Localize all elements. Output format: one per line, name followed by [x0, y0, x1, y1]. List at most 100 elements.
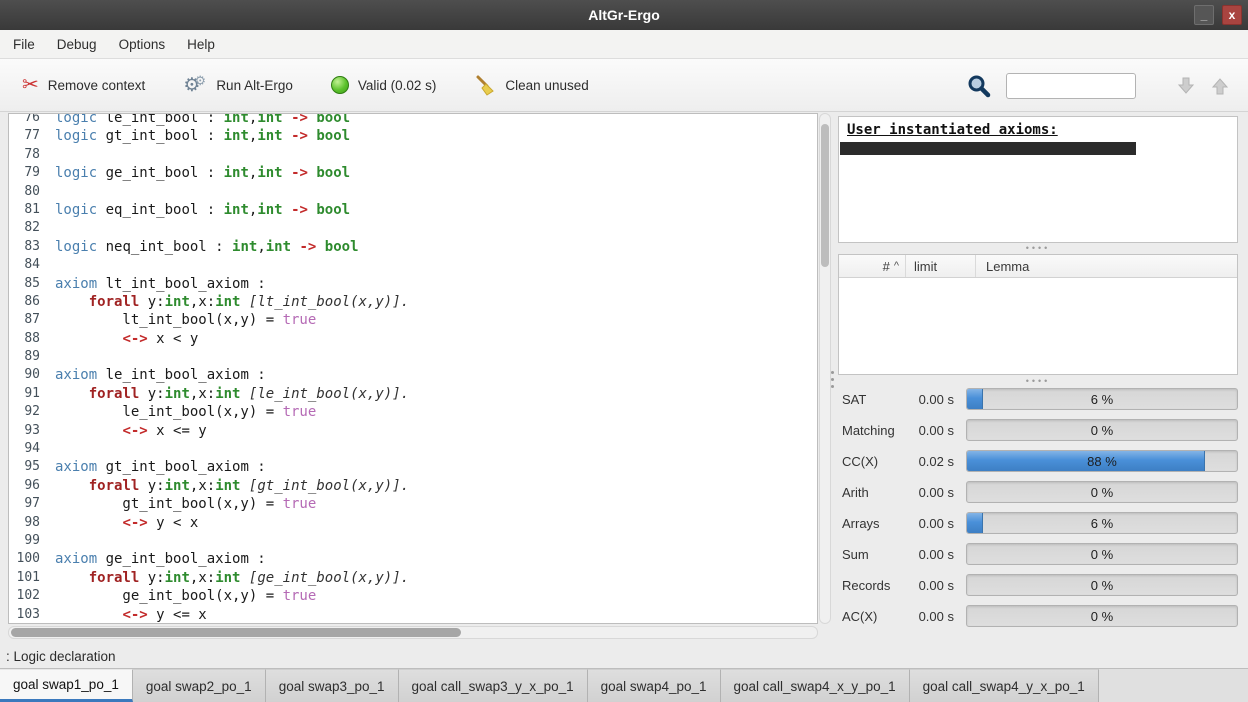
- stat-row-records: Records0.00 s0 %: [838, 574, 1238, 596]
- valid-icon: [331, 76, 349, 94]
- line-number: 99: [9, 532, 47, 550]
- column-header-limit[interactable]: limit: [906, 255, 976, 277]
- splitter-table-stats[interactable]: ••••: [838, 376, 1238, 386]
- lemma-table-panel: # ^ limit Lemma: [838, 254, 1238, 375]
- code-line[interactable]: 87 lt_int_bool(x,y) = true: [9, 311, 817, 329]
- horizontal-scroll-thumb[interactable]: [11, 628, 461, 637]
- code-line-text: axiom gt_int_bool_axiom :: [47, 458, 266, 476]
- menu-options[interactable]: Options: [108, 30, 177, 58]
- stat-percent-label: 0 %: [967, 420, 1237, 440]
- line-number: 95: [9, 458, 47, 476]
- code-line[interactable]: 91 forall y:int,x:int [le_int_bool(x,y)]…: [9, 385, 817, 403]
- code-line[interactable]: 83logic neq_int_bool : int,int -> bool: [9, 238, 817, 256]
- code-line[interactable]: 92 le_int_bool(x,y) = true: [9, 403, 817, 421]
- titlebar: AltGr-Ergo _ x: [0, 0, 1248, 30]
- vertical-scroll-thumb[interactable]: [821, 124, 829, 267]
- valid-status: Valid (0.02 s): [331, 76, 437, 94]
- code-line-text: ge_int_bool(x,y) = true: [47, 587, 316, 605]
- code-line[interactable]: 85axiom lt_int_bool_axiom :: [9, 275, 817, 293]
- axioms-selected-row[interactable]: [840, 142, 1136, 155]
- code-line[interactable]: 89: [9, 348, 817, 366]
- stat-progressbar: 6 %: [966, 388, 1238, 410]
- code-line[interactable]: 79logic ge_int_bool : int,int -> bool: [9, 164, 817, 182]
- code-line-text: forall y:int,x:int [gt_int_bool(x,y)].: [47, 477, 409, 495]
- line-number: 84: [9, 256, 47, 274]
- code-line[interactable]: 82: [9, 219, 817, 237]
- code-line[interactable]: 88 <-> x < y: [9, 330, 817, 348]
- menu-help[interactable]: Help: [176, 30, 226, 58]
- code-line-text: [47, 219, 55, 237]
- code-line[interactable]: 86 forall y:int,x:int [lt_int_bool(x,y)]…: [9, 293, 817, 311]
- code-line[interactable]: 78: [9, 146, 817, 164]
- jump-up-icon[interactable]: [1210, 76, 1230, 96]
- remove-context-button[interactable]: ✂ Remove context: [22, 75, 145, 95]
- run-alt-ergo-label: Run Alt-Ergo: [216, 78, 293, 93]
- menu-debug[interactable]: Debug: [46, 30, 108, 58]
- code-line-text: logic gt_int_bool : int,int -> bool: [47, 127, 350, 145]
- panel-splitter[interactable]: [829, 366, 835, 392]
- code-line[interactable]: 102 ge_int_bool(x,y) = true: [9, 587, 817, 605]
- clean-unused-button[interactable]: Clean unused: [474, 74, 588, 96]
- code-line[interactable]: 100axiom ge_int_bool_axiom :: [9, 550, 817, 568]
- stat-percent-label: 6 %: [967, 389, 1237, 409]
- code-line-text: logic ge_int_bool : int,int -> bool: [47, 164, 350, 182]
- code-line[interactable]: 84: [9, 256, 817, 274]
- line-number: 93: [9, 422, 47, 440]
- stat-progressbar: 0 %: [966, 543, 1238, 565]
- splitter-axioms-table[interactable]: ••••: [838, 243, 1238, 253]
- code-line-text: <-> x < y: [47, 330, 198, 348]
- code-line[interactable]: 101 forall y:int,x:int [ge_int_bool(x,y)…: [9, 569, 817, 587]
- line-number: 98: [9, 514, 47, 532]
- code-line[interactable]: 94: [9, 440, 817, 458]
- code-line[interactable]: 95axiom gt_int_bool_axiom :: [9, 458, 817, 476]
- line-number: 86: [9, 293, 47, 311]
- code-line[interactable]: 99: [9, 532, 817, 550]
- stat-time: 0.00 s: [904, 392, 954, 407]
- column-header-lemma[interactable]: Lemma: [976, 255, 1237, 277]
- tab-goal-swap3_po_1[interactable]: goal swap3_po_1: [266, 669, 399, 702]
- menu-file[interactable]: File: [2, 30, 46, 58]
- code-line[interactable]: 97 gt_int_bool(x,y) = true: [9, 495, 817, 513]
- valid-status-label: Valid (0.02 s): [358, 78, 437, 93]
- column-header-number[interactable]: # ^: [839, 255, 906, 277]
- code-line[interactable]: 93 <-> x <= y: [9, 422, 817, 440]
- line-number: 103: [9, 606, 47, 624]
- code-line[interactable]: 98 <-> y < x: [9, 514, 817, 532]
- stat-progressbar: 6 %: [966, 512, 1238, 534]
- code-line[interactable]: 76logic le_int_bool : int,int -> bool: [9, 113, 817, 127]
- source-editor[interactable]: 76logic le_int_bool : int,int -> bool77l…: [8, 113, 818, 624]
- tab-goal-swap4_po_1[interactable]: goal swap4_po_1: [588, 669, 721, 702]
- close-button[interactable]: x: [1222, 5, 1242, 25]
- tab-goal-call_swap4_x_y_po_1[interactable]: goal call_swap4_x_y_po_1: [721, 669, 910, 702]
- run-alt-ergo-button[interactable]: ⚙⚙ Run Alt-Ergo: [183, 76, 293, 95]
- line-number: 92: [9, 403, 47, 421]
- tab-goal-swap2_po_1[interactable]: goal swap2_po_1: [133, 669, 266, 702]
- minimize-button[interactable]: _: [1194, 5, 1214, 25]
- stat-time: 0.00 s: [904, 516, 954, 531]
- line-number: 88: [9, 330, 47, 348]
- code-line[interactable]: 81logic eq_int_bool : int,int -> bool: [9, 201, 817, 219]
- tab-goal-swap1_po_1[interactable]: goal swap1_po_1: [0, 669, 133, 702]
- tab-goal-call_swap3_y_x_po_1[interactable]: goal call_swap3_y_x_po_1: [399, 669, 588, 702]
- scissors-icon: ✂: [22, 75, 39, 95]
- stat-percent-label: 0 %: [967, 482, 1237, 502]
- search-input[interactable]: [1006, 73, 1136, 99]
- code-line[interactable]: 80: [9, 183, 817, 201]
- code-line[interactable]: 103 <-> y <= x: [9, 606, 817, 624]
- code-line-text: le_int_bool(x,y) = true: [47, 403, 316, 421]
- stat-row-ccx: CC(X)0.02 s88 %: [838, 450, 1238, 472]
- user-axioms-panel: User instantiated axioms:: [838, 116, 1238, 243]
- code-line[interactable]: 90axiom le_int_bool_axiom :: [9, 366, 817, 384]
- broom-icon: [474, 74, 496, 96]
- stat-percent-label: 0 %: [967, 544, 1237, 564]
- code-line-text: [47, 348, 55, 366]
- stat-time: 0.00 s: [904, 423, 954, 438]
- editor-horizontal-scrollbar[interactable]: [8, 626, 818, 639]
- tab-goal-call_swap4_y_x_po_1[interactable]: goal call_swap4_y_x_po_1: [910, 669, 1099, 702]
- jump-down-icon[interactable]: [1176, 76, 1196, 96]
- code-line-text: <-> x <= y: [47, 422, 207, 440]
- toolbar: ✂ Remove context ⚙⚙ Run Alt-Ergo Valid (…: [0, 59, 1248, 112]
- code-line[interactable]: 77logic gt_int_bool : int,int -> bool: [9, 127, 817, 145]
- goal-tabbar: goal swap1_po_1goal swap2_po_1goal swap3…: [0, 668, 1248, 702]
- code-line[interactable]: 96 forall y:int,x:int [gt_int_bool(x,y)]…: [9, 477, 817, 495]
